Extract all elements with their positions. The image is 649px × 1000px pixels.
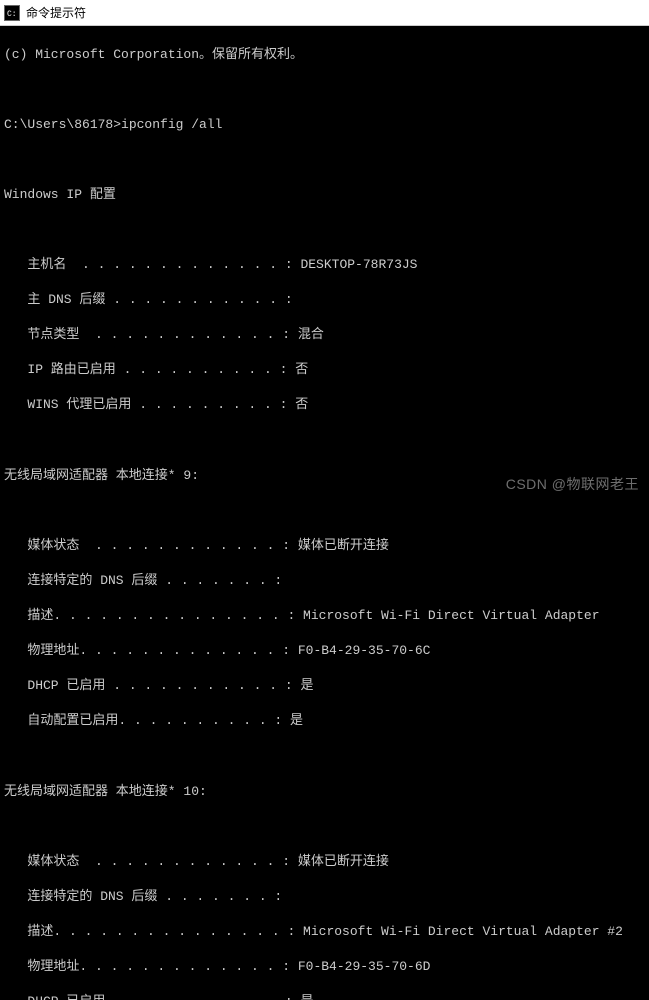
node-type-label: 节点类型 . . . . . . . . . . . . : — [4, 327, 298, 342]
blank-line — [4, 818, 645, 836]
desc-value: Microsoft Wi-Fi Direct Virtual Adapter #… — [303, 924, 623, 939]
ip-routing-row: IP 路由已启用 . . . . . . . . . . : 否 — [4, 361, 645, 379]
node-type-value: 混合 — [298, 327, 324, 342]
a9-autoconf-row: 自动配置已启用. . . . . . . . . . : 是 — [4, 712, 645, 730]
dhcp-value: 是 — [300, 678, 313, 693]
phys-label: 物理地址. . . . . . . . . . . . . : — [4, 643, 298, 658]
ip-routing-value: 否 — [295, 362, 308, 377]
dhcp-value: 是 — [300, 994, 313, 1000]
a9-desc-row: 描述. . . . . . . . . . . . . . . : Micros… — [4, 607, 645, 625]
blank-line — [4, 502, 645, 520]
a10-conn-dns-row: 连接特定的 DNS 后缀 . . . . . . . : — [4, 888, 645, 906]
a9-dhcp-row: DHCP 已启用 . . . . . . . . . . . : 是 — [4, 677, 645, 695]
wins-proxy-row: WINS 代理已启用 . . . . . . . . . : 否 — [4, 396, 645, 414]
dns-suffix-row: 主 DNS 后缀 . . . . . . . . . . . : — [4, 291, 645, 309]
command-text: ipconfig /all — [121, 117, 222, 132]
prompt-path: C:\Users\86178> — [4, 117, 121, 132]
node-type-row: 节点类型 . . . . . . . . . . . . : 混合 — [4, 326, 645, 344]
autoconf-label: 自动配置已启用. . . . . . . . . . : — [4, 713, 290, 728]
hostname-value: DESKTOP-78R73JS — [300, 257, 417, 272]
blank-line — [4, 432, 645, 450]
blank-line — [4, 81, 645, 99]
conn-dns-label: 连接特定的 DNS 后缀 . . . . . . . : — [4, 573, 290, 588]
section-header-ipconfig: Windows IP 配置 — [4, 186, 645, 204]
conn-dns-label: 连接特定的 DNS 后缀 . . . . . . . : — [4, 889, 290, 904]
media-state-label: 媒体状态 . . . . . . . . . . . . : — [4, 538, 298, 553]
dns-suffix-label: 主 DNS 后缀 . . . . . . . . . . . : — [4, 292, 300, 307]
blank-line — [4, 221, 645, 239]
media-state-value: 媒体已断开连接 — [298, 538, 389, 553]
blank-line — [4, 151, 645, 169]
a10-media-state-row: 媒体状态 . . . . . . . . . . . . : 媒体已断开连接 — [4, 853, 645, 871]
ip-routing-label: IP 路由已启用 . . . . . . . . . . : — [4, 362, 295, 377]
autoconf-value: 是 — [290, 713, 303, 728]
media-state-value: 媒体已断开连接 — [298, 854, 389, 869]
phys-label: 物理地址. . . . . . . . . . . . . : — [4, 959, 298, 974]
window-title: 命令提示符 — [26, 4, 86, 21]
window-titlebar[interactable]: C:\ 命令提示符 — [0, 0, 649, 26]
section-header-adapter10: 无线局域网适配器 本地连接* 10: — [4, 783, 645, 801]
media-state-label: 媒体状态 . . . . . . . . . . . . : — [4, 854, 298, 869]
dhcp-label: DHCP 已启用 . . . . . . . . . . . : — [4, 994, 300, 1000]
hostname-label: 主机名 . . . . . . . . . . . . . : — [4, 257, 300, 272]
watermark-text: CSDN @物联网老王 — [506, 474, 639, 494]
phys-value: F0-B4-29-35-70-6D — [298, 959, 431, 974]
prompt-line: C:\Users\86178>ipconfig /all — [4, 116, 645, 134]
wins-proxy-label: WINS 代理已启用 . . . . . . . . . : — [4, 397, 295, 412]
wins-proxy-value: 否 — [295, 397, 308, 412]
desc-label: 描述. . . . . . . . . . . . . . . : — [4, 924, 303, 939]
a10-dhcp-row: DHCP 已启用 . . . . . . . . . . . : 是 — [4, 993, 645, 1000]
copyright-line: (c) Microsoft Corporation。保留所有权利。 — [4, 46, 645, 64]
a9-conn-dns-row: 连接特定的 DNS 后缀 . . . . . . . : — [4, 572, 645, 590]
dhcp-label: DHCP 已启用 . . . . . . . . . . . : — [4, 678, 300, 693]
a9-phys-row: 物理地址. . . . . . . . . . . . . : F0-B4-29… — [4, 642, 645, 660]
blank-line — [4, 747, 645, 765]
cmd-icon: C:\ — [4, 5, 20, 21]
hostname-row: 主机名 . . . . . . . . . . . . . : DESKTOP-… — [4, 256, 645, 274]
a9-media-state-row: 媒体状态 . . . . . . . . . . . . : 媒体已断开连接 — [4, 537, 645, 555]
desc-value: Microsoft Wi-Fi Direct Virtual Adapter — [303, 608, 599, 623]
a10-phys-row: 物理地址. . . . . . . . . . . . . : F0-B4-29… — [4, 958, 645, 976]
svg-text:C:\: C:\ — [7, 10, 17, 18]
phys-value: F0-B4-29-35-70-6C — [298, 643, 431, 658]
desc-label: 描述. . . . . . . . . . . . . . . : — [4, 608, 303, 623]
a10-desc-row: 描述. . . . . . . . . . . . . . . : Micros… — [4, 923, 645, 941]
terminal-output[interactable]: (c) Microsoft Corporation。保留所有权利。 C:\Use… — [0, 26, 649, 1000]
